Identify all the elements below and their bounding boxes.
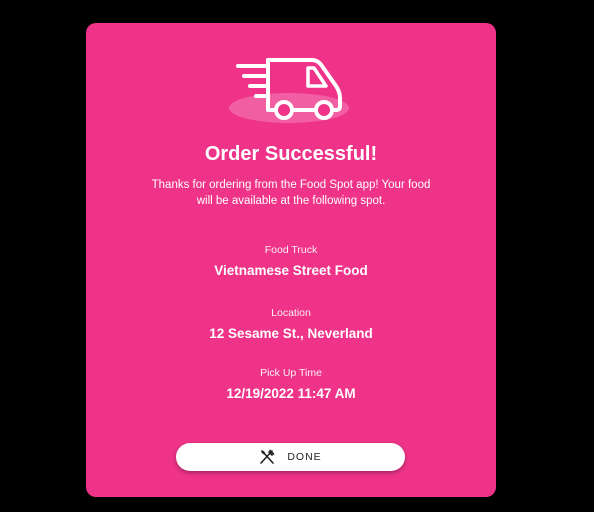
done-button[interactable]: DONE <box>176 443 405 471</box>
confirmation-message: Thanks for ordering from the Food Spot a… <box>151 179 431 207</box>
delivery-truck-icon <box>236 58 342 120</box>
dialog-title: Order Successful! <box>204 143 378 165</box>
food-truck-value: Vietnamese Street Food <box>214 263 368 278</box>
location-value: 12 Sesame St., Neverland <box>209 326 373 341</box>
hero-illustration <box>86 56 496 126</box>
pickup-time-label: Pick Up Time <box>260 367 322 379</box>
order-success-dialog: Order Successful! Thanks for ordering fr… <box>86 23 496 497</box>
pickup-time-value: 12/19/2022 11:47 AM <box>226 386 356 401</box>
fork-knife-icon <box>260 449 275 464</box>
location-label: Location <box>271 307 311 319</box>
done-button-label: DONE <box>287 451 322 463</box>
food-truck-label: Food Truck <box>264 244 318 256</box>
